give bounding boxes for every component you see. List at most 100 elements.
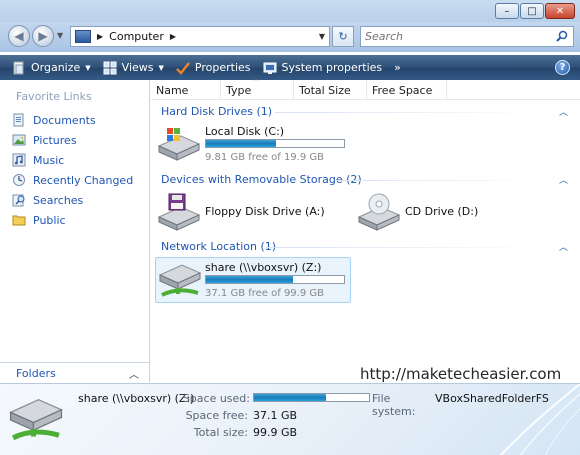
views-icon [103, 61, 117, 74]
music-icon [12, 153, 26, 167]
searches-icon [12, 194, 25, 207]
help-icon[interactable]: ? [555, 60, 570, 75]
collapse-group-icon[interactable]: ︿ [559, 173, 568, 186]
favorite-link-label: Pictures [33, 133, 77, 147]
refresh-button[interactable]: ↻ [332, 26, 354, 47]
drive-usage-bar [205, 275, 345, 284]
search-icon[interactable] [556, 30, 568, 42]
favorite-link-label: Documents [33, 113, 96, 127]
more-chevron-icon: » [394, 61, 401, 74]
decorative-swoosh [499, 384, 580, 455]
search-input[interactable] [365, 30, 545, 43]
favorite-link-label: Recently Changed [33, 173, 134, 187]
column-header-type-label: Type [226, 83, 252, 97]
cd-drive-icon [357, 193, 401, 231]
breadcrumb-arrow-icon[interactable]: ▶ [170, 32, 176, 41]
group-header-network-location[interactable]: Network Location (1) [161, 240, 276, 253]
group-header-label: Network Location (1) [161, 240, 277, 253]
drive-usage-fill [206, 276, 293, 283]
favorite-link-pictures[interactable]: Pictures [12, 130, 133, 150]
back-arrow-icon: ◀ [14, 29, 24, 43]
system-properties-label: System properties [281, 61, 383, 74]
back-button[interactable]: ◀ [8, 25, 30, 47]
favorite-link-documents[interactable]: Documents [12, 110, 133, 130]
organize-label: Organize [31, 61, 81, 74]
views-menu[interactable]: Views ▼ [97, 55, 170, 80]
favorite-link-label: Public [33, 213, 66, 227]
search-box[interactable] [360, 26, 574, 47]
organize-icon [13, 61, 24, 74]
column-headers: Name ^ Type Total Size Free Space [151, 78, 580, 100]
title-bar: – □ ✕ [0, 0, 580, 22]
collapse-group-icon[interactable]: ︿ [559, 105, 568, 118]
drive-cd-d[interactable]: CD Drive (D:) [355, 191, 495, 233]
close-button[interactable]: ✕ [545, 3, 575, 19]
drive-share-z[interactable]: share (\\vboxsvr) (Z:) 37.1 GB free of 9… [155, 257, 351, 303]
refresh-icon: ↻ [338, 30, 348, 43]
drive-floppy-a[interactable]: Floppy Disk Drive (A:) [155, 191, 335, 233]
column-header-total-size[interactable]: Total Size [294, 80, 367, 100]
space-free-value: 37.1 GB [253, 409, 298, 422]
recent-pages-dropdown[interactable]: ▼ [57, 31, 63, 40]
group-header-removable-storage[interactable]: Devices with Removable Storage (2) [161, 173, 362, 186]
favorite-link-label: Music [33, 153, 65, 167]
group-divider [336, 180, 546, 181]
chevron-up-icon: ︿ [129, 370, 139, 381]
favorite-link-music[interactable]: Music [12, 150, 133, 170]
views-label: Views [121, 61, 154, 74]
forward-button[interactable]: ▶ [32, 25, 54, 47]
column-header-type[interactable]: ^ Type [221, 78, 294, 100]
file-list: Name ^ Type Total Size Free Space Hard D… [151, 78, 580, 382]
drive-usage-fill [206, 140, 277, 147]
maximize-button[interactable]: □ [520, 3, 544, 19]
group-divider [266, 247, 546, 248]
minimize-button[interactable]: – [495, 3, 519, 19]
favorite-link-public[interactable]: Public [12, 210, 133, 230]
address-dropdown-icon[interactable]: ▼ [319, 32, 325, 41]
breadcrumb-arrow-icon[interactable]: ▶ [97, 32, 103, 41]
space-free-label: Space free: [185, 409, 248, 422]
more-commands-button[interactable]: » [388, 55, 407, 80]
pictures-icon [12, 134, 26, 146]
address-row: ◀ ▶ ▼ ▶ Computer ▶ ▼ ↻ [0, 22, 580, 52]
total-size-label: Total size: [193, 426, 248, 439]
column-header-free-space[interactable]: Free Space [367, 80, 447, 100]
drive-name: Floppy Disk Drive (A:) [205, 205, 325, 218]
space-used-bar [253, 393, 370, 402]
chevron-down-icon: ▼ [158, 63, 164, 72]
drive-local-disk-c[interactable]: Local Disk (C:) 9.81 GB free of 19.9 GB [155, 122, 355, 164]
forward-arrow-icon: ▶ [38, 29, 48, 43]
group-header-label: Devices with Removable Storage (2) [161, 173, 362, 186]
space-used-fill [254, 394, 327, 401]
network-drive-large-icon [8, 398, 64, 441]
system-properties-button[interactable]: System properties [257, 55, 389, 80]
drive-usage-bar [205, 139, 345, 148]
properties-label: Properties [194, 61, 251, 74]
favorite-links-list: Documents Pictures Music Recently Change… [12, 110, 133, 230]
organize-menu[interactable]: Organize ▼ [6, 55, 97, 80]
folders-toggle[interactable]: Folders ︿ [0, 362, 149, 384]
documents-icon [13, 113, 24, 127]
breadcrumb-computer[interactable]: Computer [109, 30, 164, 43]
properties-button[interactable]: Properties [170, 55, 257, 80]
favorite-link-recently-changed[interactable]: Recently Changed [12, 170, 133, 190]
computer-icon [75, 30, 91, 43]
system-properties-icon [263, 62, 276, 74]
favorite-link-searches[interactable]: Searches [12, 190, 133, 210]
drive-name: Local Disk (C:) [205, 125, 285, 138]
sort-ascending-icon: ^ [253, 78, 259, 86]
group-header-label: Hard Disk Drives (1) [161, 105, 273, 118]
recently-changed-icon [13, 174, 25, 186]
network-drive-icon [158, 264, 202, 297]
drive-free-space: 37.1 GB free of 99.9 GB [205, 288, 324, 299]
drive-name: share (\\vboxsvr) (Z:) [205, 261, 322, 274]
collapse-group-icon[interactable]: ︿ [559, 240, 568, 253]
group-header-hard-disk-drives[interactable]: Hard Disk Drives (1) [161, 105, 272, 118]
floppy-drive-icon [157, 193, 201, 231]
chevron-down-icon: ▼ [85, 63, 91, 72]
space-used-label: Space used: [182, 392, 250, 405]
windows-hard-drive-icon [157, 128, 201, 161]
filesystem-label: File system: [372, 392, 416, 418]
column-header-name[interactable]: Name [151, 80, 221, 100]
address-bar[interactable]: ▶ Computer ▶ ▼ [70, 26, 330, 47]
